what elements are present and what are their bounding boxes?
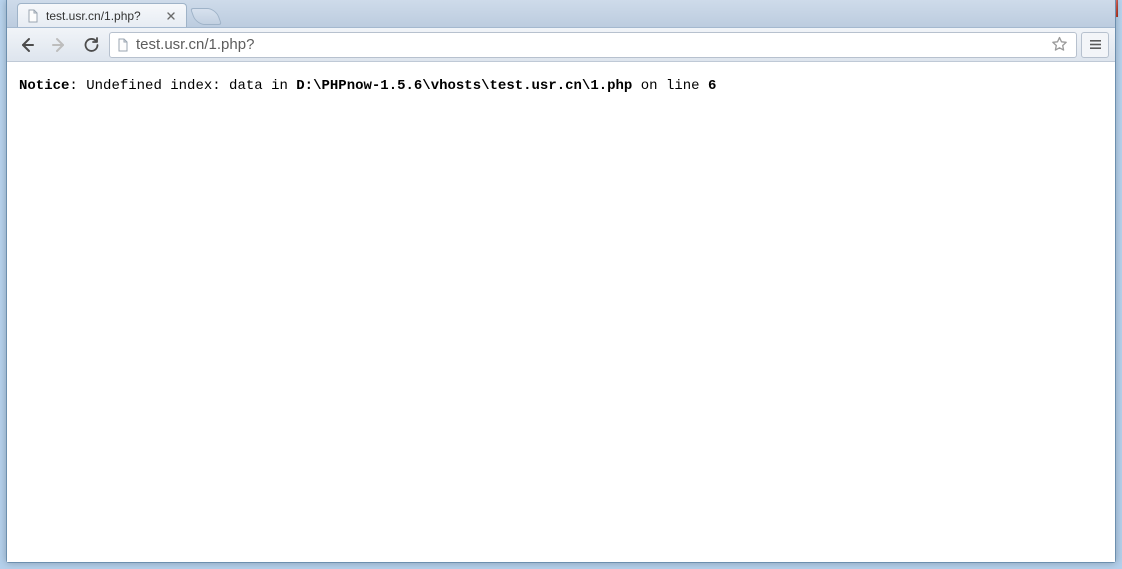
menu-button[interactable]	[1081, 32, 1109, 58]
menu-icon	[1088, 37, 1103, 52]
bookmark-button[interactable]	[1048, 34, 1070, 56]
file-icon	[26, 9, 40, 23]
reload-button[interactable]	[77, 32, 105, 58]
reload-icon	[83, 36, 100, 53]
notice-on-line: on line	[632, 78, 708, 94]
arrow-left-icon	[18, 36, 36, 54]
tab-close-button[interactable]	[164, 9, 178, 23]
forward-button[interactable]	[45, 32, 73, 58]
toolbar	[7, 28, 1115, 62]
url-input[interactable]	[136, 36, 1042, 53]
notice-colon: :	[69, 78, 86, 94]
tab-strip: test.usr.cn/1.php?	[7, 0, 1115, 28]
notice-path: D:\PHPnow-1.5.6\vhosts\test.usr.cn\1.php	[296, 78, 632, 94]
notice-label: Notice	[19, 78, 69, 94]
tab-title: test.usr.cn/1.php?	[46, 9, 158, 23]
browser-window: test.usr.cn/1.php?	[6, 0, 1116, 563]
close-icon	[167, 12, 175, 20]
address-bar[interactable]	[109, 32, 1077, 58]
file-icon	[116, 38, 130, 52]
notice-line-number: 6	[708, 78, 716, 94]
tab-active[interactable]: test.usr.cn/1.php?	[17, 3, 187, 27]
page-content: Notice: Undefined index: data in D:\PHPn…	[7, 62, 1115, 562]
php-notice-line: Notice: Undefined index: data in D:\PHPn…	[19, 78, 1103, 94]
star-icon	[1051, 36, 1068, 53]
notice-message: Undefined index: data in	[86, 78, 296, 94]
new-tab-button[interactable]	[190, 8, 222, 25]
back-button[interactable]	[13, 32, 41, 58]
arrow-right-icon	[50, 36, 68, 54]
